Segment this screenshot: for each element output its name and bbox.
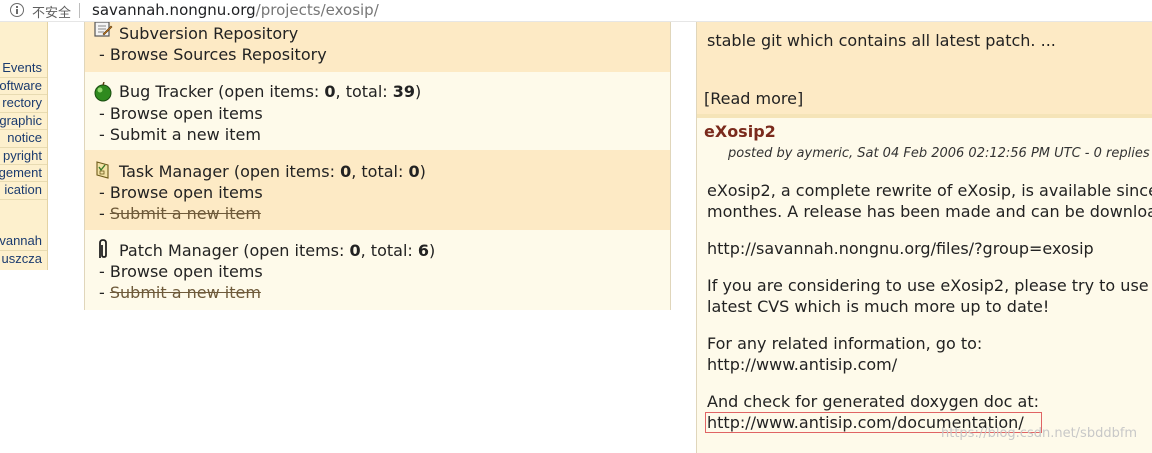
- watermark: https://blog.csdn.net/sbddbfm: [941, 426, 1138, 441]
- news-paragraph-1-line-2: monthes. A release has been made and can…: [707, 202, 1152, 221]
- patch-open-count: 0: [349, 241, 361, 260]
- info-icon[interactable]: [10, 3, 24, 17]
- address-bar[interactable]: 不安全 savannah.nongnu.org/projects/exosip/: [0, 0, 1152, 22]
- bug-open-prefix: (open items:: [213, 82, 325, 101]
- patch-submit-link-disabled: Submit a new item: [109, 283, 261, 302]
- patch-manager-title[interactable]: Patch Manager: [119, 241, 238, 260]
- task-suffix: ): [419, 162, 426, 181]
- antisip-url-text: http://www.antisip.com/: [707, 355, 898, 374]
- task-icon: [93, 160, 113, 180]
- news-divider: [697, 114, 1152, 118]
- files-url-text: http://savannah.nongnu.org/files/?group=…: [707, 239, 1094, 258]
- trackers-panel: Subversion Repository - Browse Sources R…: [84, 21, 671, 310]
- sidebar-item-directory[interactable]: rectory: [2, 95, 42, 110]
- address-separator: [79, 3, 80, 18]
- news-panel: stable git which contains all latest pat…: [696, 22, 1152, 453]
- sidebar-divider: [0, 199, 47, 200]
- news-paragraph-1-line-1: eXosip2, a complete rewrite of eXosip, i…: [707, 181, 1152, 200]
- task-submit-link-disabled: Submit a new item: [109, 204, 261, 223]
- patch-manager-section: Patch Manager (open items: 0, total: 6) …: [85, 230, 670, 310]
- sidebar-item-notice[interactable]: notice: [7, 130, 42, 145]
- bug-suffix: ): [415, 82, 422, 101]
- bug-open-count: 0: [324, 82, 336, 101]
- sidebar-item-savannah[interactable]: vannah: [0, 233, 42, 248]
- patch-browse-link[interactable]: - Browse open items: [99, 262, 263, 281]
- patch-open-prefix: (open items:: [238, 241, 350, 260]
- news-title[interactable]: eXosip2: [704, 122, 776, 141]
- task-manager-section: Task Manager (open items: 0, total: 0) -…: [85, 150, 670, 230]
- patch-submit-line: - Submit a new item: [99, 283, 261, 302]
- patch-total-count: 6: [417, 241, 429, 260]
- bug-total-prefix: , total:: [335, 82, 393, 101]
- bug-submit-link[interactable]: Submit a new item: [110, 125, 261, 144]
- svn-section: Subversion Repository - Browse Sources R…: [85, 21, 670, 72]
- paperclip-icon: [93, 238, 113, 258]
- patch-manager-heading: Patch Manager (open items: 0, total: 6): [119, 241, 435, 260]
- task-open-count: 0: [340, 162, 352, 181]
- sidebar-item-management[interactable]: gement: [0, 165, 42, 180]
- patch-submit-dash: -: [99, 283, 110, 302]
- previous-news-tail: stable git which contains all latest pat…: [707, 31, 1056, 50]
- security-label[interactable]: 不安全: [32, 2, 71, 21]
- bug-submit-dash: -: [99, 125, 110, 144]
- bug-icon: [93, 81, 113, 102]
- bug-browse-link[interactable]: - Browse open items: [99, 104, 263, 123]
- url-path[interactable]: /projects/exosip/: [256, 1, 379, 19]
- news-paragraph-5-line-1: And check for generated doxygen doc at:: [707, 392, 1039, 411]
- news-paragraph-3-line-1: If you are considering to use eXosip2, p…: [707, 276, 1152, 295]
- patch-suffix: ): [429, 241, 436, 260]
- news-meta: posted by aymeric, Sat 04 Feb 2006 02:12…: [728, 146, 1150, 161]
- patch-total-prefix: , total:: [360, 241, 418, 260]
- task-submit-line: - Submit a new item: [99, 204, 261, 223]
- browse-sources-link[interactable]: - Browse Sources Repository: [99, 45, 327, 64]
- bug-tracker-title[interactable]: Bug Tracker: [119, 82, 213, 101]
- sidebar-item-copyright[interactable]: pyright: [3, 148, 42, 163]
- sidebar-item-application[interactable]: ication: [4, 182, 42, 197]
- sidebar-item-graphic[interactable]: graphic: [0, 113, 42, 128]
- bug-tracker-heading: Bug Tracker (open items: 0, total: 39): [119, 82, 421, 101]
- bug-submit-line: - Submit a new item: [99, 125, 261, 144]
- sidebar: Events oftware rectory graphic notice py…: [0, 22, 48, 270]
- task-manager-title[interactable]: Task Manager: [119, 162, 229, 181]
- svn-title[interactable]: Subversion Repository: [119, 24, 298, 43]
- news-paragraph-3-line-2: latest CVS which is much more up to date…: [707, 297, 1050, 316]
- bug-tracker-section: Bug Tracker (open items: 0, total: 39) -…: [85, 72, 670, 150]
- task-submit-dash: -: [99, 204, 110, 223]
- sidebar-item-events[interactable]: Events: [2, 60, 42, 75]
- read-more-link[interactable]: [Read more]: [704, 89, 803, 108]
- bug-total-count: 39: [392, 82, 416, 101]
- sidebar-item-user[interactable]: uszcza: [2, 251, 42, 266]
- svn-icon: [93, 21, 113, 42]
- news-paragraph-4-line-1: For any related information, go to:: [707, 334, 983, 353]
- task-open-prefix: (open items:: [228, 162, 341, 181]
- url-text[interactable]: savannah.nongnu.org/projects/exosip/: [92, 1, 379, 19]
- url-host[interactable]: savannah.nongnu.org: [92, 1, 256, 19]
- task-manager-heading: Task Manager (open items: 0, total: 0): [119, 162, 426, 181]
- task-total-count: 0: [408, 162, 420, 181]
- task-browse-link[interactable]: - Browse open items: [99, 183, 263, 202]
- task-total-prefix: , total:: [351, 162, 409, 181]
- sidebar-item-software[interactable]: oftware: [0, 78, 42, 93]
